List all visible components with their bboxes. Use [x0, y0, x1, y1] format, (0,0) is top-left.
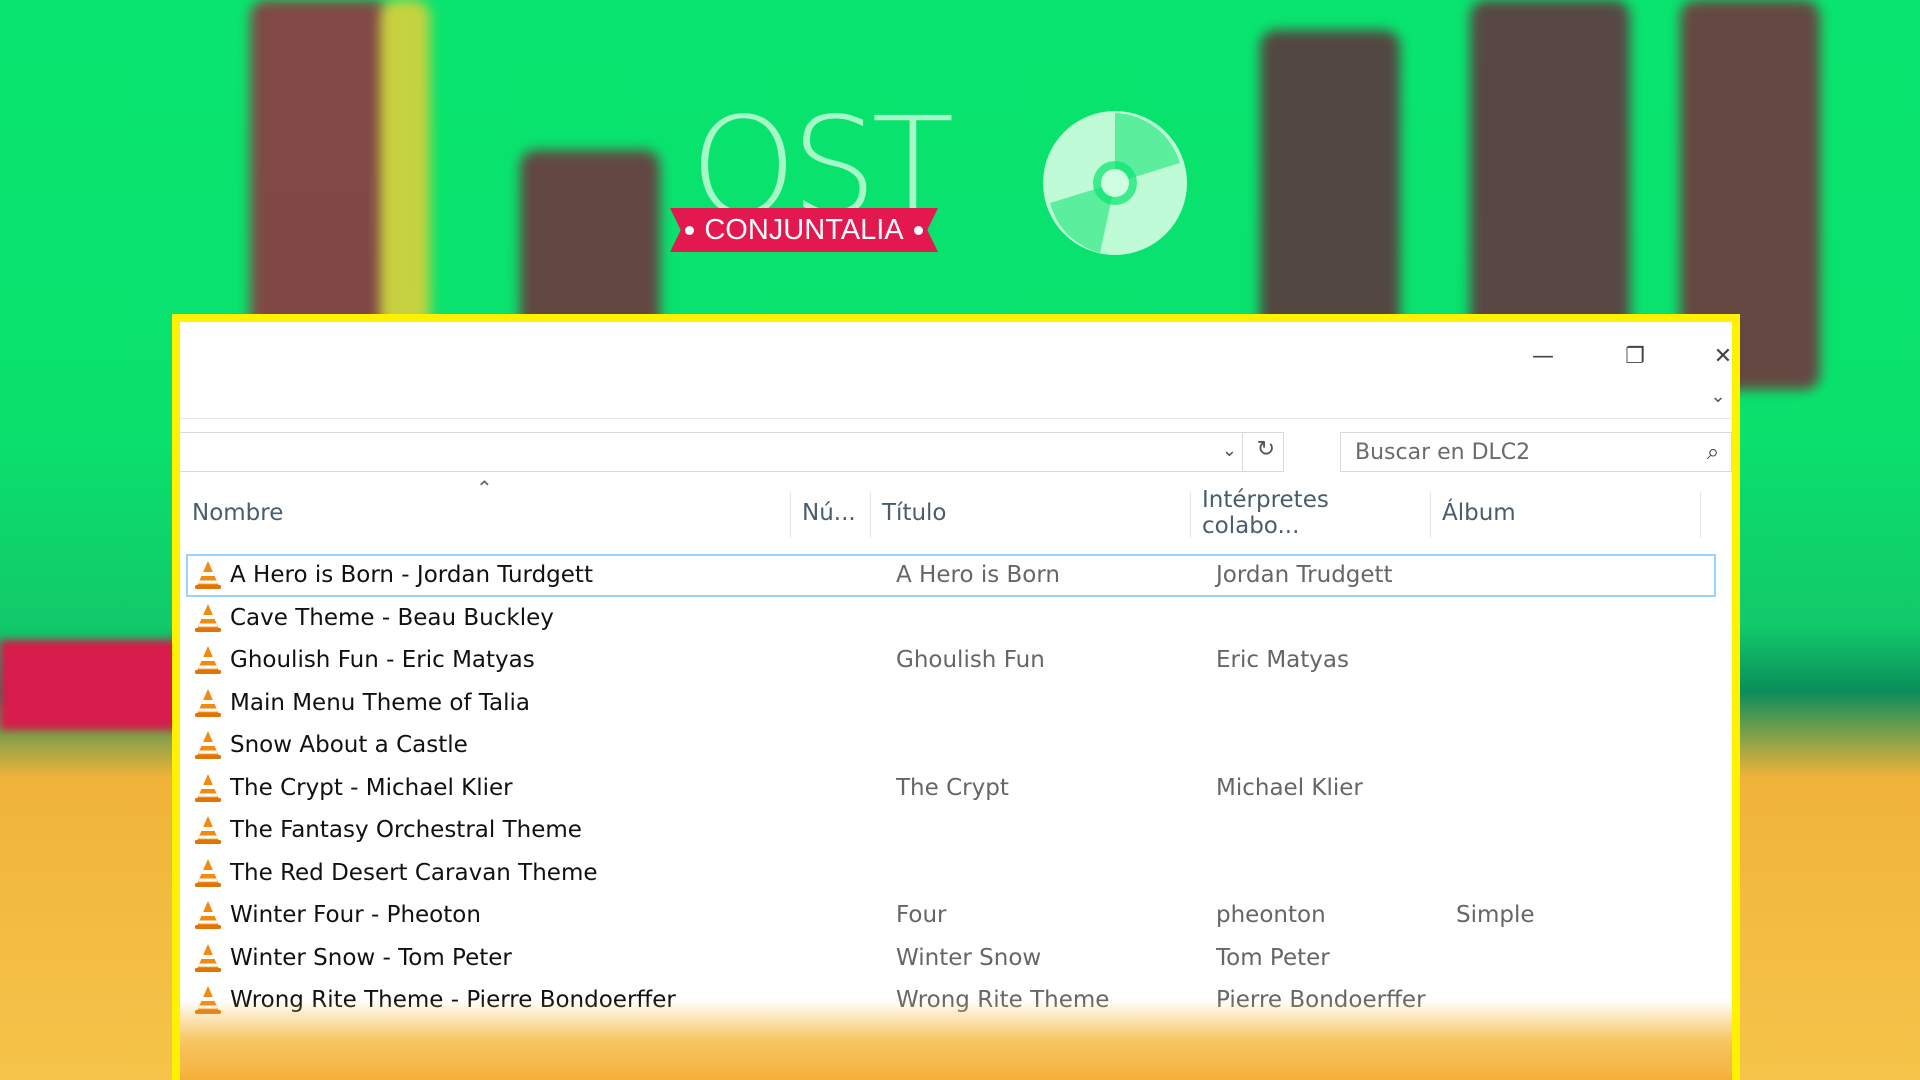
vlc-media-icon — [194, 943, 222, 973]
column-label: Intérpretes colabo... — [1202, 487, 1430, 539]
file-name: The Red Desert Caravan Theme — [230, 852, 598, 895]
column-divider[interactable] — [1700, 492, 1701, 538]
expand-ribbon-button[interactable]: ⌄ — [1700, 382, 1736, 410]
column-label: Título — [882, 500, 947, 526]
file-name: Snow About a Castle — [230, 724, 468, 767]
chevron-down-icon[interactable]: ⌄ — [1222, 440, 1237, 461]
file-album: Simple — [1456, 894, 1535, 937]
minimize-button[interactable]: — — [1520, 340, 1566, 372]
column-header-album[interactable]: Álbum — [1430, 488, 1700, 538]
file-artist: Tom Peter — [1216, 937, 1330, 980]
search-input[interactable] — [1341, 433, 1695, 471]
background-fade — [180, 1000, 1732, 1080]
file-title: Four — [896, 894, 947, 937]
column-header-name[interactable]: Nombre — [180, 488, 790, 538]
column-label: Nú... — [802, 500, 856, 526]
file-artist: pheonton — [1216, 894, 1326, 937]
ribbon-dot — [685, 226, 694, 235]
divider — [1242, 433, 1243, 471]
vlc-media-icon — [194, 815, 222, 845]
address-bar[interactable]: ⌄ ↻ — [180, 432, 1284, 472]
file-list: A Hero is Born - Jordan Turdgett A Hero i… — [186, 554, 1740, 1022]
file-row[interactable]: The Crypt - Michael Klier The Crypt Michae… — [186, 767, 1740, 810]
vlc-media-icon — [194, 858, 222, 888]
ost-brand-logo: OST CONJUNTALIA — [660, 100, 1220, 270]
file-title: Ghoulish Fun — [896, 639, 1045, 682]
vlc-media-icon — [194, 688, 222, 718]
background-pillar — [380, 0, 430, 360]
minimize-icon: — — [1532, 344, 1554, 369]
vlc-media-icon — [194, 603, 222, 633]
file-row[interactable]: Winter Snow - Tom Peter Winter Snow Tom Pe… — [186, 937, 1740, 980]
close-icon: ✕ — [1714, 344, 1732, 369]
background-stripe — [0, 640, 200, 730]
disc-icon — [1040, 108, 1190, 258]
file-name: The Crypt - Michael Klier — [230, 767, 513, 810]
file-name: The Fantasy Orchestral Theme — [230, 809, 582, 852]
file-name: Winter Four - Pheoton — [230, 894, 481, 937]
file-title: The Crypt — [896, 767, 1009, 810]
column-label: Nombre — [192, 500, 283, 526]
column-label: Álbum — [1442, 500, 1516, 526]
conjuntalia-ribbon: CONJUNTALIA — [670, 208, 938, 252]
file-row[interactable]: The Fantasy Orchestral Theme — [186, 809, 1740, 852]
vlc-media-icon — [194, 645, 222, 675]
file-title: Winter Snow — [896, 937, 1041, 980]
file-row[interactable]: Snow About a Castle — [186, 724, 1740, 767]
column-header-title[interactable]: Título — [870, 488, 1190, 538]
file-name: Main Menu Theme of Talia — [230, 682, 530, 725]
file-row[interactable]: Cave Theme - Beau Buckley — [186, 597, 1740, 640]
file-name: Cave Theme - Beau Buckley — [230, 597, 554, 640]
chevron-down-icon: ⌄ — [1710, 386, 1725, 407]
file-name: A Hero is Born - Jordan Turdgett — [230, 554, 593, 597]
file-artist: Michael Klier — [1216, 767, 1363, 810]
file-row[interactable]: Main Menu Theme of Talia — [186, 682, 1740, 725]
ribbon-label: CONJUNTALIA — [704, 214, 903, 247]
file-title: A Hero is Born — [896, 554, 1060, 597]
file-row[interactable]: Winter Four - Pheoton Four pheonton Simple — [186, 894, 1740, 937]
title-bar: — ❐ ✕ ⌄ — [180, 322, 1732, 419]
file-name: Winter Snow - Tom Peter — [230, 937, 512, 980]
column-header-number[interactable]: Nú... — [790, 488, 870, 538]
vlc-media-icon — [194, 773, 222, 803]
restore-icon: ❐ — [1625, 344, 1645, 369]
refresh-icon[interactable]: ↻ — [1257, 437, 1275, 462]
search-box[interactable]: ⌕ — [1340, 432, 1732, 472]
file-row[interactable]: A Hero is Born - Jordan Turdgett A Hero i… — [186, 554, 1716, 597]
restore-button[interactable]: ❐ — [1612, 340, 1658, 372]
file-row[interactable]: The Red Desert Caravan Theme — [186, 852, 1740, 895]
search-icon[interactable]: ⌕ — [1695, 440, 1731, 465]
vlc-media-icon — [194, 560, 222, 590]
ribbon-dot — [914, 226, 923, 235]
column-headers: ⌃ Nombre Nú... Título Intérpretes colabo… — [180, 488, 1732, 538]
file-name: Ghoulish Fun - Eric Matyas — [230, 639, 535, 682]
file-row[interactable]: Ghoulish Fun - Eric Matyas Ghoulish Fun Er… — [186, 639, 1740, 682]
close-button[interactable]: ✕ — [1700, 340, 1746, 372]
vlc-media-icon — [194, 730, 222, 760]
file-artist: Jordan Trudgett — [1216, 554, 1393, 597]
background-pillar — [250, 0, 390, 360]
file-artist: Eric Matyas — [1216, 639, 1349, 682]
column-header-artists[interactable]: Intérpretes colabo... — [1190, 488, 1430, 538]
vlc-media-icon — [194, 900, 222, 930]
explorer-window: — ❐ ✕ ⌄ ⌄ ↻ ⌕ ⌃ Nombre Nú... Título — [172, 314, 1740, 1080]
